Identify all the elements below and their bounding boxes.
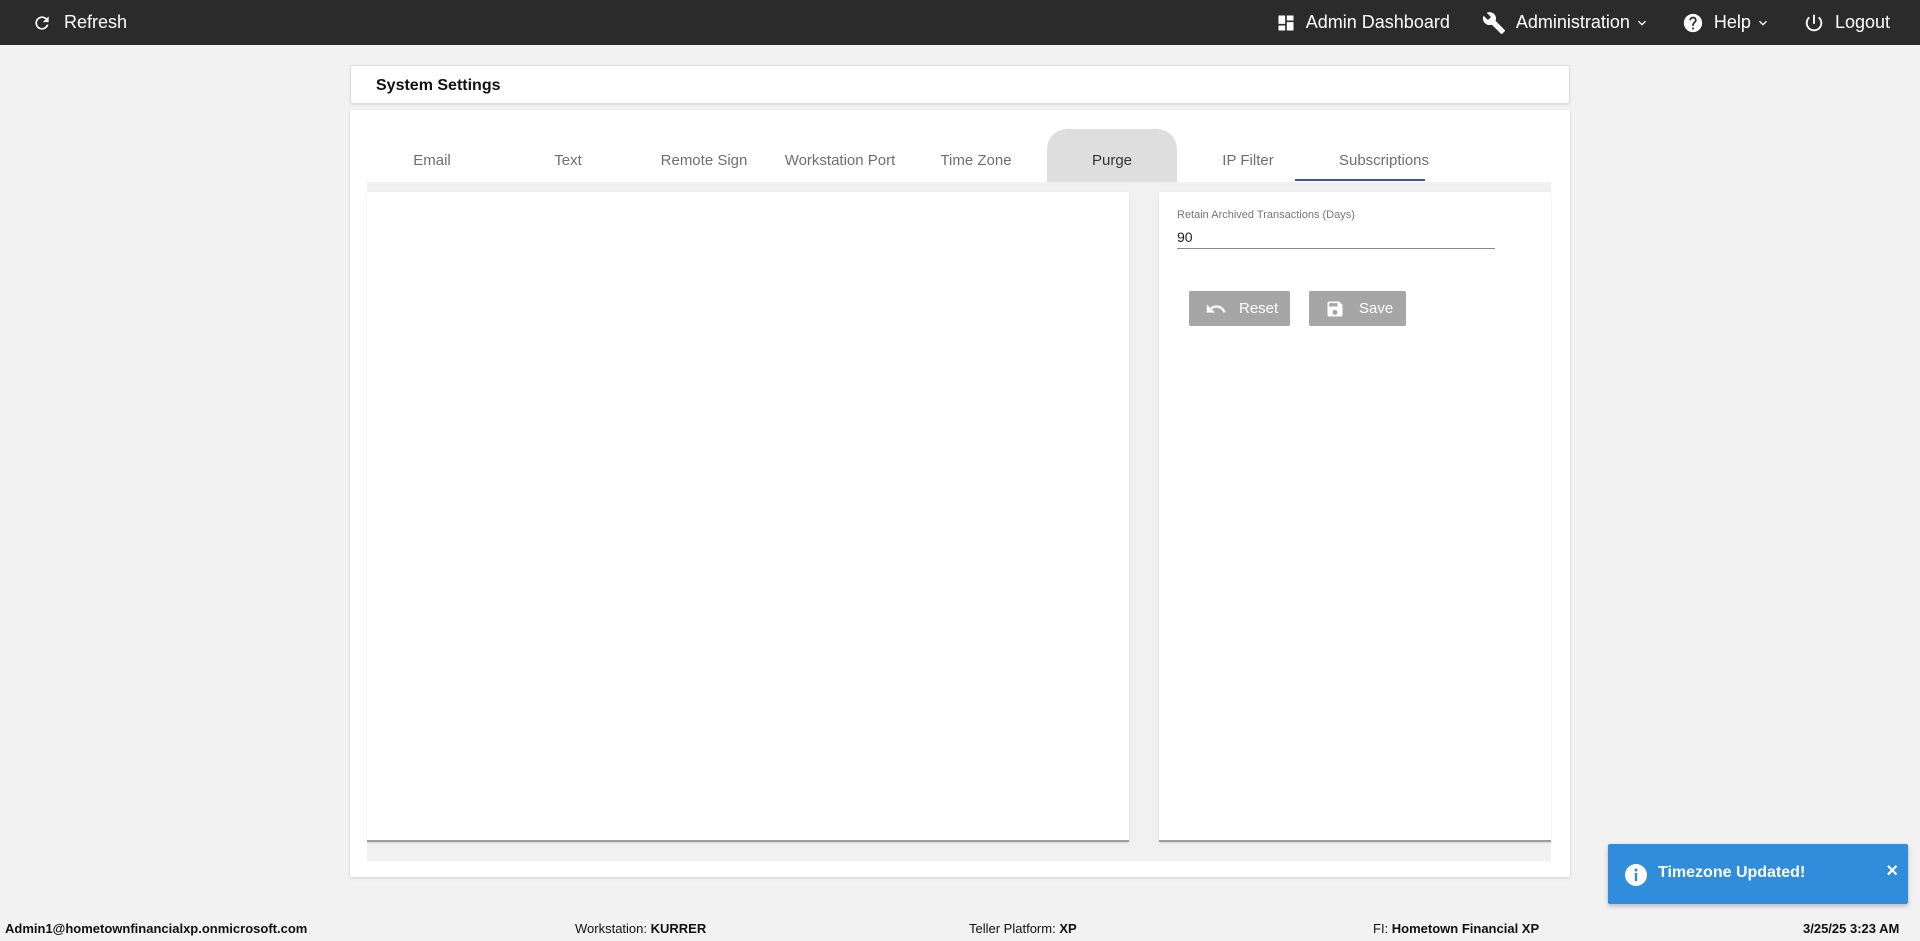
top-navigation-bar: Refresh Admin Dashboard Administration H… <box>0 0 1920 45</box>
tab-active-indicator <box>1295 179 1425 181</box>
platform-label: Teller Platform: <box>969 921 1060 936</box>
power-icon <box>1805 14 1823 31</box>
fi-value: Hometown Financial XP <box>1391 921 1540 936</box>
reset-label: Reset <box>1239 300 1279 317</box>
toast-message: Timezone Updated! <box>1658 864 1806 881</box>
refresh-label: Refresh <box>64 12 128 32</box>
settings-card: Email Text Remote Sign Workstation Port … <box>350 110 1570 877</box>
fi-info: FI: Hometown Financial XP <box>1373 921 1539 936</box>
admin-dashboard-label: Admin Dashboard <box>1305 12 1450 32</box>
logout-button[interactable]: Logout <box>1803 0 1890 45</box>
user-email-value: Admin1@hometownfinancialxp.onmicrosoft.c… <box>5 921 308 936</box>
datetime-value: 3/25/25 3:23 AM <box>1803 921 1900 936</box>
refresh-icon <box>35 15 49 30</box>
chevron-down-icon <box>1637 20 1646 26</box>
reset-button[interactable]: Reset <box>1189 291 1290 326</box>
platform-value: XP <box>1059 921 1077 936</box>
admin-dashboard-link[interactable]: Admin Dashboard <box>1276 0 1450 45</box>
wrench-icon <box>1482 11 1505 34</box>
logout-label: Logout <box>1834 12 1890 32</box>
close-icon[interactable]: × <box>1886 859 1898 883</box>
status-footer: Admin1@hometownfinancialxp.onmicrosoft.c… <box>0 914 1920 941</box>
undo-icon <box>1206 303 1226 313</box>
save-button[interactable]: Save <box>1309 291 1406 326</box>
refresh-button[interactable]: Refresh <box>32 0 127 45</box>
chevron-down-icon <box>1758 20 1767 26</box>
help-label: Help <box>1713 12 1751 32</box>
workstation-label: Workstation: <box>575 921 651 936</box>
purge-settings-panel: Retain Archived Transactions (Days) Rese… <box>1159 192 1551 842</box>
help-icon <box>1683 13 1703 32</box>
workstation-info: Workstation: KURRER <box>575 921 706 936</box>
retain-days-label: Retain Archived Transactions (Days) <box>1177 209 1355 221</box>
notification-toast: Timezone Updated! × <box>1608 844 1908 904</box>
info-icon <box>1625 864 1647 886</box>
fi-label: FI: <box>1373 921 1392 936</box>
datetime: 3/25/25 3:23 AM <box>1803 921 1899 936</box>
page-title: System Settings <box>376 77 501 94</box>
administration-label: Administration <box>1515 12 1630 32</box>
workstation-value: KURRER <box>650 921 707 936</box>
administration-menu[interactable]: Administration <box>1482 0 1650 45</box>
tab-content: Retain Archived Transactions (Days) Rese… <box>367 182 1551 861</box>
save-label: Save <box>1359 300 1394 317</box>
user-email: Admin1@hometownfinancialxp.onmicrosoft.c… <box>5 921 307 936</box>
platform-info: Teller Platform: XP <box>969 921 1077 936</box>
help-menu[interactable]: Help <box>1682 0 1771 45</box>
left-panel <box>367 192 1129 842</box>
retain-days-input[interactable] <box>1177 225 1495 249</box>
page-title-card: System Settings <box>350 65 1570 104</box>
dashboard-icon <box>1278 15 1294 30</box>
save-icon <box>1327 301 1343 316</box>
